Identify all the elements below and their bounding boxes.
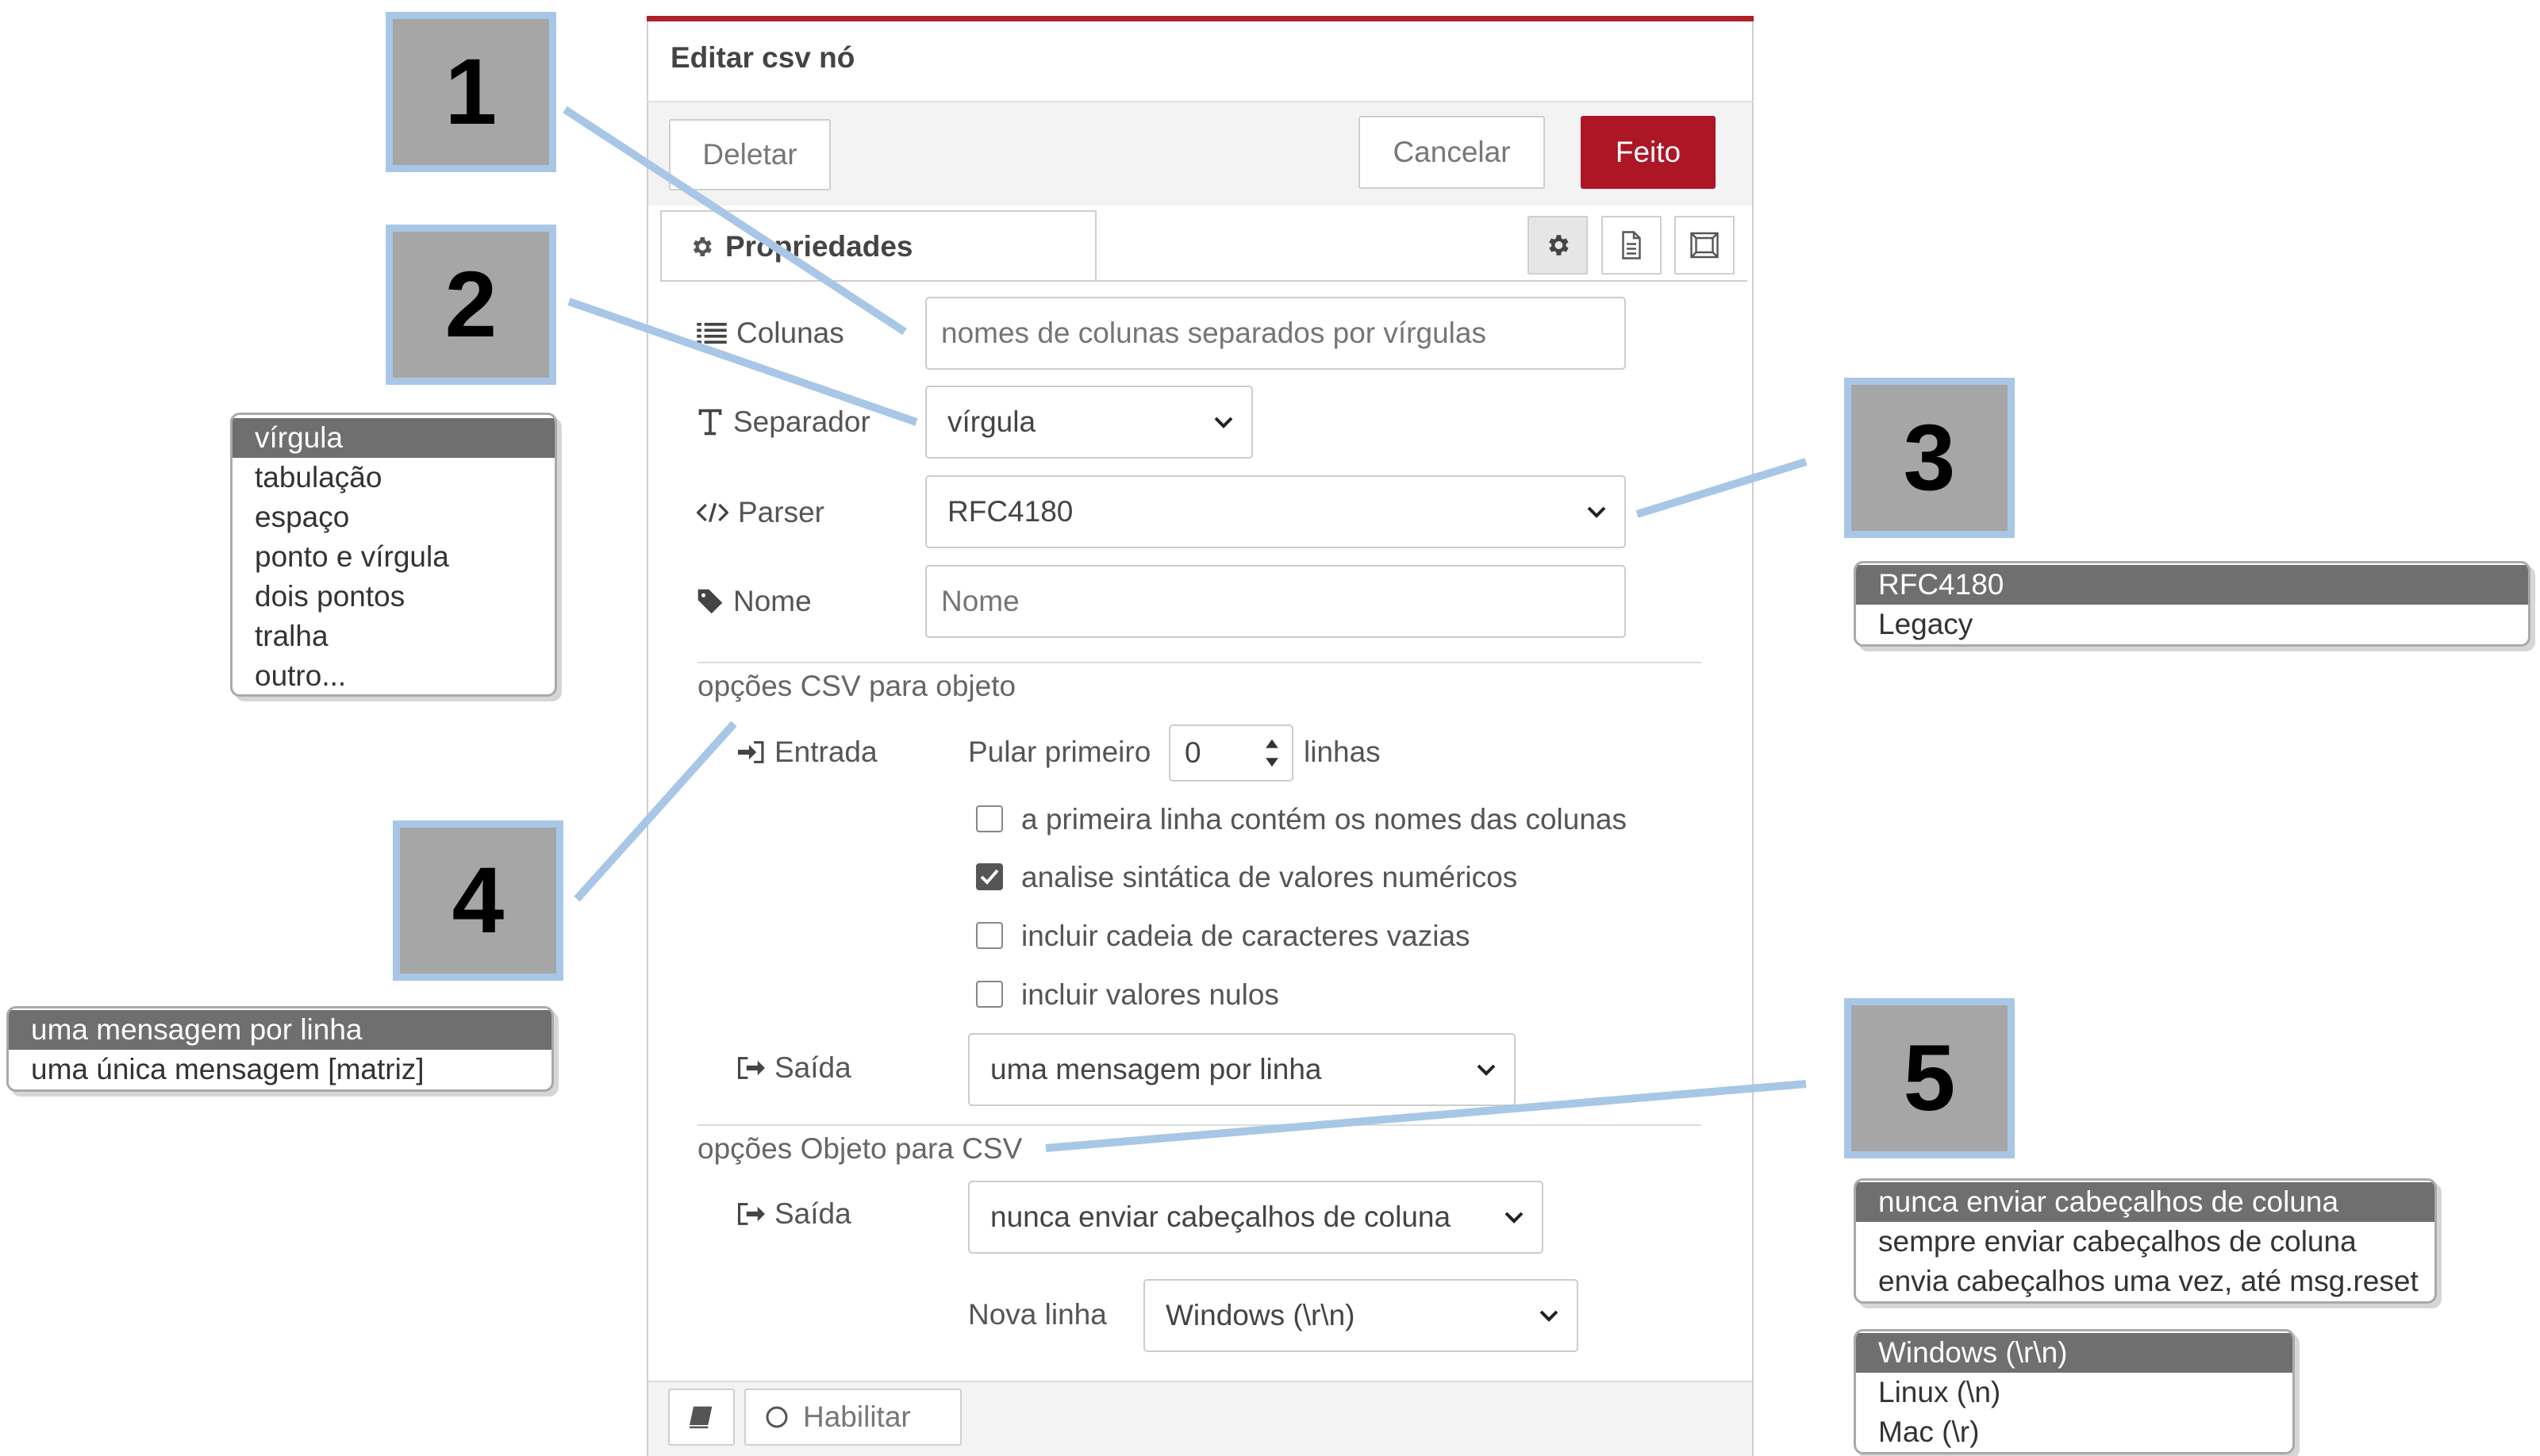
enable-toggle-button[interactable]: Habilitar [744,1389,962,1446]
separator-select[interactable]: vírgula [925,386,1253,459]
name-input[interactable] [925,565,1626,638]
parser-value: RFC4180 [947,495,1074,528]
newline-label: Nova linha [968,1298,1107,1331]
sign-out-icon [738,1203,765,1225]
separator-value: vírgula [947,405,1036,438]
callout-1: 1 [386,12,556,172]
skip-lines-spinner[interactable]: 0 [1169,724,1293,782]
output-option[interactable]: uma única mensagem [matriz] [9,1050,551,1089]
dialog-accent-bar [647,16,1754,21]
spinner-arrows-icon[interactable] [1263,734,1281,772]
object-to-csv-section-title: opções Objeto para CSV [697,1132,1023,1165]
checkmark-icon [980,869,999,885]
columns-input[interactable] [925,297,1626,370]
output-label: Saída [738,1046,851,1090]
done-button[interactable]: Feito [1581,116,1716,189]
list-icon [697,322,727,344]
separator-option[interactable]: espaço [232,497,555,537]
chevron-down-icon [1214,417,1233,428]
book-icon [690,1406,713,1429]
separator-option[interactable]: ponto e vírgula [232,537,555,577]
checkbox-header-row-label: a primeira linha contém os nomes das col… [1021,803,1627,836]
dialog-title: Editar csv nó [671,41,855,74]
chevron-down-icon [1477,1064,1496,1076]
output-label: Saída [738,1192,851,1236]
name-label: Nome [697,579,812,624]
tab-properties[interactable]: Propriedades [660,210,1097,282]
separator-option[interactable]: dois pontos [232,577,555,617]
output-mode-value: uma mensagem por linha [990,1053,1322,1085]
skip-lines-value: 0 [1185,736,1201,769]
checkbox-parse-numbers[interactable] [976,863,1003,890]
checkbox-parse-numbers-label: analise sintática de valores numéricos [1021,861,1518,893]
header-option[interactable]: envia cabeçalhos uma vez, até msg.reset [1856,1262,2434,1301]
chevron-down-icon [1587,506,1606,518]
csv-to-object-section-title: opções CSV para objeto [697,670,1016,702]
callout-5: 5 [1844,998,2015,1158]
circle-outline-icon [766,1406,788,1428]
code-icon [697,502,728,523]
newline-options-popup: Windows (\r\n) Linux (\n) Mac (\r) [1854,1329,2295,1454]
output-options-popup: uma mensagem por linha uma única mensage… [6,1006,554,1092]
gear-icon [693,237,712,256]
separator-option[interactable]: outro... [232,656,555,694]
parser-select[interactable]: RFC4180 [925,475,1626,548]
parser-option[interactable]: Legacy [1856,605,2528,644]
checkbox-null-values[interactable] [976,981,1003,1008]
appearance-tab-button[interactable] [1674,216,1735,275]
divider [697,662,1701,663]
separator-options-popup: vírgula tabulação espaço ponto e vírgula… [230,413,557,697]
input-label: Entrada [738,730,878,774]
cancel-button[interactable]: Cancelar [1358,116,1545,189]
settings-tab-button[interactable] [1527,216,1588,275]
newline-value: Windows (\r\n) [1166,1299,1355,1331]
header-option[interactable]: sempre enviar cabeçalhos de coluna [1856,1222,2434,1262]
output-option[interactable]: uma mensagem por linha [9,1010,551,1050]
separator-option[interactable]: tabulação [232,458,555,497]
divider [697,1124,1701,1126]
tag-icon [697,589,723,614]
callout-3: 3 [1844,378,2015,538]
tab-underline [660,280,1747,282]
newline-select[interactable]: Windows (\r\n) [1143,1279,1578,1352]
sign-out-icon [738,1057,765,1079]
node-help-button[interactable] [668,1389,735,1446]
parser-options-popup: RFC4180 Legacy [1854,561,2530,647]
header-options-popup: nunca enviar cabeçalhos de coluna sempre… [1854,1178,2437,1304]
chevron-down-icon [1504,1212,1524,1224]
enable-label: Habilitar [803,1400,911,1433]
newline-option[interactable]: Mac (\r) [1856,1412,2292,1452]
header-mode-select[interactable]: nunca enviar cabeçalhos de coluna [968,1181,1543,1254]
columns-label: Colunas [697,311,844,355]
separator-label: Separador [697,400,870,444]
callout-4: 4 [393,820,563,981]
separator-option[interactable]: vírgula [232,418,555,458]
document-icon [1622,231,1641,259]
parser-option[interactable]: RFC4180 [1856,565,2528,605]
header-option[interactable]: nunca enviar cabeçalhos de coluna [1856,1182,2434,1222]
checkbox-empty-strings-label: incluir cadeia de caracteres vazias [1021,920,1470,952]
callout-2: 2 [386,225,556,385]
checkbox-empty-strings[interactable] [976,922,1003,949]
checkbox-header-row[interactable] [976,805,1003,832]
checkbox-null-values-label: incluir valores nulos [1021,978,1279,1011]
parser-label: Parser [697,490,824,535]
tab-properties-label: Propriedades [725,230,913,263]
separator-option[interactable]: tralha [232,617,555,656]
newline-option[interactable]: Linux (\n) [1856,1373,2292,1412]
sign-in-icon [738,741,764,763]
delete-button[interactable]: Deletar [669,119,831,190]
gear-icon [1549,235,1569,255]
layout-frame-icon [1690,232,1719,259]
header-mode-value: nunca enviar cabeçalhos de coluna [990,1201,1451,1233]
output-mode-select[interactable]: uma mensagem por linha [968,1033,1516,1106]
skip-lines-unit: linhas [1304,736,1381,768]
skip-lines-label: Pular primeiro [968,736,1151,768]
description-tab-button[interactable] [1601,216,1662,275]
chevron-down-icon [1539,1310,1558,1322]
text-type-icon [698,409,722,436]
newline-option[interactable]: Windows (\r\n) [1856,1333,2292,1373]
